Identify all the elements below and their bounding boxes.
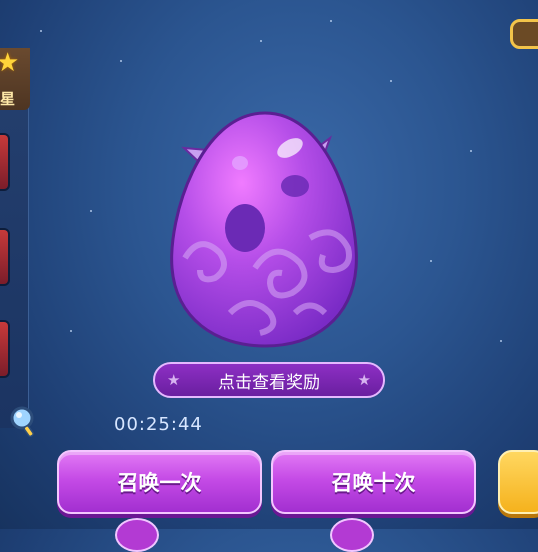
egg-icon[interactable] bbox=[160, 108, 370, 353]
view-reward-label: 点击查看奖励 bbox=[218, 372, 320, 393]
summon-ten-label: 召唤十次 bbox=[331, 471, 416, 495]
side-slot-3[interactable] bbox=[0, 320, 10, 378]
side-slot-1[interactable] bbox=[0, 133, 10, 191]
gold-side-button[interactable] bbox=[498, 450, 538, 514]
countdown-timer: 00:25:44 bbox=[114, 414, 203, 435]
magnifier-icon[interactable] bbox=[8, 404, 36, 438]
star-icon: ★ bbox=[357, 371, 371, 389]
top-right-resource-bar[interactable] bbox=[510, 19, 538, 49]
side-slot-2[interactable] bbox=[0, 228, 10, 286]
star-icon: ★ bbox=[0, 48, 20, 78]
star-icon: ★ bbox=[167, 371, 181, 389]
bottom-ornament bbox=[330, 518, 374, 552]
summon-ten-button[interactable]: 召唤十次 bbox=[271, 450, 476, 514]
bottom-ornament bbox=[115, 518, 159, 552]
side-panel-label: 星 bbox=[0, 90, 16, 108]
view-reward-button[interactable]: ★ 点击查看奖励 ★ bbox=[153, 362, 385, 398]
summon-once-label: 召唤一次 bbox=[117, 471, 202, 495]
summon-once-button[interactable]: 召唤一次 bbox=[57, 450, 262, 514]
